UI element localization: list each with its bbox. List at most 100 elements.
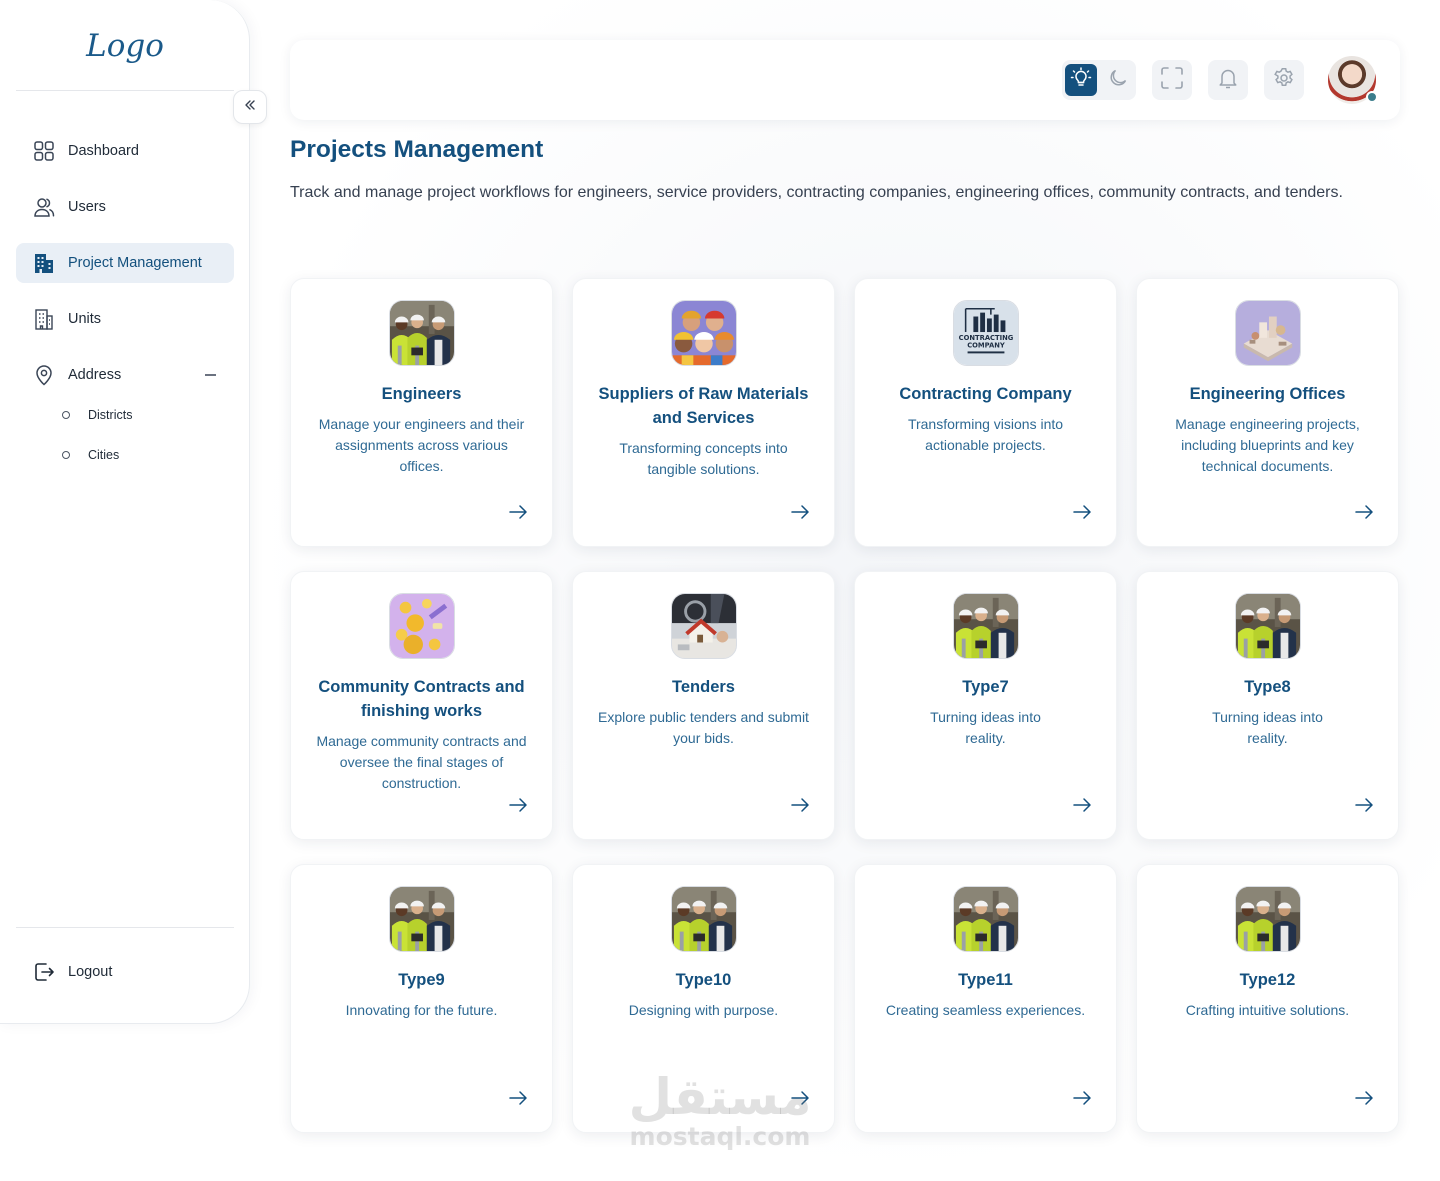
engineers-photo [389,300,455,366]
card-title: Type10 [675,971,732,989]
arrow-right-icon[interactable] [506,500,530,524]
arrow-right-icon[interactable] [1070,500,1094,524]
user-avatar[interactable] [1328,56,1378,104]
arrow-right-icon[interactable] [788,793,812,817]
sidebar-subitem-label: Districts [88,408,133,422]
engineers-photo [1235,593,1301,659]
notifications-button[interactable] [1208,60,1248,100]
online-status-indicator [1366,91,1378,103]
card-description: Transforming visions into actionable pro… [907,416,1064,453]
card-description: Innovating for the future. [345,1002,498,1018]
sidebar-item-address[interactable]: Address [16,355,234,395]
users-icon [32,195,56,219]
location-pin-icon [32,363,56,387]
sidebar-item-label: Units [68,311,102,327]
sidebar-item-project-management[interactable]: Project Management [16,243,234,283]
sidebar: Logo Dashboard Users Project Management … [0,0,250,1024]
arrow-right-icon[interactable] [1352,1086,1376,1110]
logo[interactable]: Logo [0,28,250,64]
card-title: Tenders [672,678,735,696]
light-mode-icon [1069,66,1093,95]
sidebar-subitem-label: Cities [88,448,120,462]
sidebar-item-label: Dashboard [68,143,139,159]
sidebar-item-dashboard[interactable]: Dashboard [16,131,234,171]
card-title: Contracting Company [899,385,1072,403]
sidebar-divider [16,927,234,928]
suppliers-illustration [671,300,737,366]
building-icon [32,251,56,275]
logout-label: Logout [68,964,113,980]
collapse-minus-icon[interactable] [205,374,216,376]
project-card-engineers[interactable]: Engineers Manage your engineers and thei… [290,278,553,547]
card-title: Engineering Offices [1189,385,1346,403]
engineers-photo [953,886,1019,952]
project-card-contracting-company[interactable]: Contracting Company Transforming visions… [854,278,1117,547]
project-types-grid: Engineers Manage your engineers and thei… [290,278,1399,1133]
project-card-type7[interactable]: Type7 Turning ideas into reality. [854,571,1117,840]
project-card-type12[interactable]: Type12 Crafting intuitive solutions. [1136,864,1399,1133]
dashboard-grid-icon [32,139,56,163]
theme-toggle[interactable] [1062,60,1136,100]
sidebar-item-units[interactable]: Units [16,299,234,339]
sidebar-item-label: Users [68,199,106,215]
project-card-type8[interactable]: Type8 Turning ideas into reality. [1136,571,1399,840]
engineers-photo [671,886,737,952]
card-description: Designing with purpose. [628,1002,779,1018]
project-card-type11[interactable]: Type11 Creating seamless experiences. [854,864,1117,1133]
top-bar [290,40,1400,120]
project-card-community-contracts[interactable]: Community Contracts and finishing works … [290,571,553,840]
tenders-photo [671,593,737,659]
card-description: Transforming concepts into tangible solu… [619,440,788,477]
card-title: Type11 [958,971,1013,989]
light-mode-button[interactable] [1065,64,1097,96]
sidebar-divider [16,90,234,91]
double-chevron-left-icon [243,98,257,117]
engineers-photo [389,886,455,952]
sidebar-item-label: Project Management [68,255,202,271]
settings-button[interactable] [1264,60,1304,100]
bullet-circle-icon [62,451,70,459]
page-description: Track and manage project workflows for e… [290,184,1343,201]
card-title: Type9 [398,971,445,989]
page-title: Projects Management [290,136,544,163]
card-title: Engineers [381,385,462,403]
arrow-right-icon[interactable] [506,1086,530,1110]
dark-mode-icon [1107,67,1129,94]
arrow-right-icon[interactable] [1352,793,1376,817]
bell-icon [1216,66,1240,95]
project-card-type9[interactable]: Type9 Innovating for the future. [290,864,553,1133]
logout-icon [32,960,56,984]
bullet-circle-icon [62,411,70,419]
community-contracts-illustration [389,593,455,659]
arrow-right-icon[interactable] [1352,500,1376,524]
sidebar-item-label: Address [68,367,122,383]
sidebar-item-users[interactable]: Users [16,187,234,227]
card-title: Type8 [1244,678,1291,696]
fullscreen-icon [1159,65,1185,96]
logout-button[interactable]: Logout [16,952,234,992]
card-description: Creating seamless experiences. [885,1002,1086,1018]
project-card-suppliers[interactable]: Suppliers of Raw Materials and Services … [572,278,835,547]
collapse-sidebar-button[interactable] [233,90,267,124]
card-description: Explore public tenders and submit your b… [598,709,809,746]
project-card-engineering-offices[interactable]: Engineering Offices Manage engineering p… [1136,278,1399,547]
card-description: Turning ideas into reality. [930,709,1041,746]
card-title: Community Contracts and finishing works [318,678,525,720]
sidebar-subitem-cities[interactable]: Cities [62,445,119,465]
card-description: Manage your engineers and their assignme… [318,416,525,474]
arrow-right-icon[interactable] [788,500,812,524]
watermark-arabic: مستقل [628,1068,812,1126]
arrow-right-icon[interactable] [1070,793,1094,817]
card-description: Manage community contracts and oversee t… [316,733,527,791]
fullscreen-button[interactable] [1152,60,1192,100]
engineers-photo [1235,886,1301,952]
dark-mode-button[interactable] [1102,64,1134,96]
card-title: Type12 [1239,971,1296,989]
settings-gear-icon [1272,66,1296,95]
card-title: Type7 [962,678,1009,696]
arrow-right-icon[interactable] [506,793,530,817]
project-card-tenders[interactable]: Tenders Explore public tenders and submi… [572,571,835,840]
arrow-right-icon[interactable] [1070,1086,1094,1110]
card-description: Manage engineering projects, including b… [1175,416,1360,474]
sidebar-subitem-districts[interactable]: Districts [62,405,132,425]
